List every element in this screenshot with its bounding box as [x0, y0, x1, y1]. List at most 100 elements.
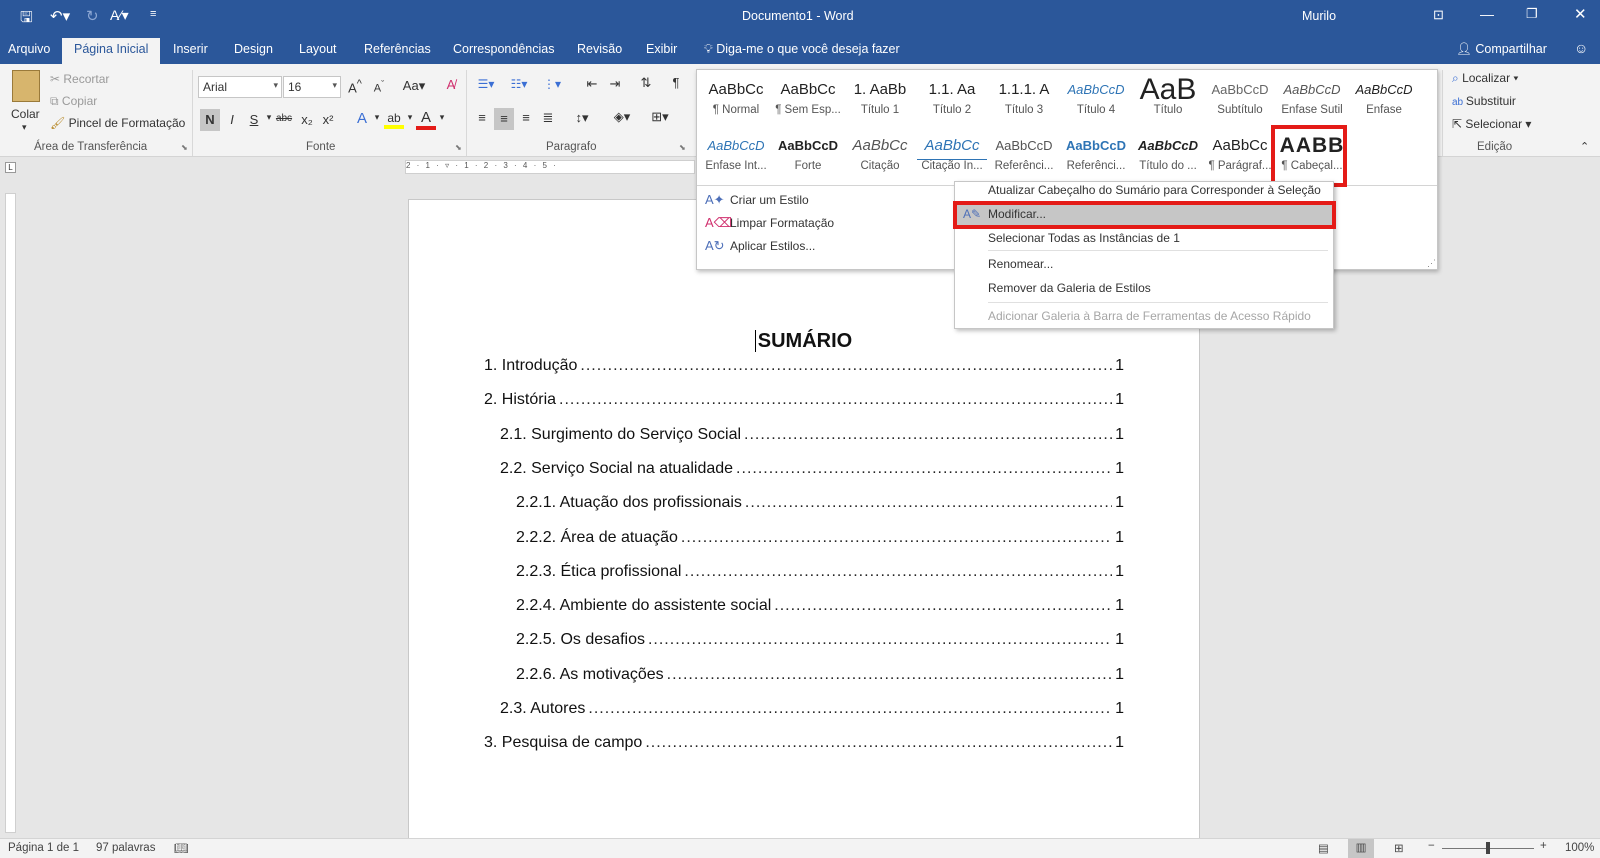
web-layout-icon[interactable]: ⊞: [1394, 841, 1404, 855]
toc-entry[interactable]: 3. Pesquisa de campo 1: [484, 734, 1124, 752]
close-icon[interactable]: ✕: [1574, 5, 1587, 23]
style-item[interactable]: AaBbCc ¶ Parágraf...: [1205, 132, 1275, 184]
style-item[interactable]: AaBbCcD Ênfase: [1349, 76, 1419, 128]
toc-heading[interactable]: SUMÁRIO: [409, 330, 1201, 353]
shrink-font-icon[interactable]: Aˇ: [369, 79, 389, 95]
zoom-out-icon[interactable]: −: [1428, 840, 1435, 852]
minimize-icon[interactable]: —: [1480, 6, 1494, 22]
sort-icon[interactable]: ⇅: [636, 75, 656, 91]
numbering-icon[interactable]: ☷▾: [505, 77, 533, 91]
save-icon[interactable]: 🖫: [20, 7, 33, 32]
align-right-icon[interactable]: ≡: [516, 110, 536, 125]
tab-design[interactable]: Design: [234, 42, 273, 56]
borders-icon[interactable]: ⊞▾: [646, 109, 674, 125]
page-count[interactable]: Página 1 de 1: [8, 842, 79, 854]
line-spacing-icon[interactable]: ↕▾: [568, 110, 596, 126]
tab-exibir[interactable]: Exibir: [646, 42, 677, 56]
style-item[interactable]: AaBbCcD Título 4: [1061, 76, 1131, 128]
increase-indent-icon[interactable]: ⇥: [605, 76, 625, 92]
style-item[interactable]: AaBbCcD Referênci...: [1061, 132, 1131, 184]
update-heading-item[interactable]: Atualizar Cabeçalho do Sumário para Corr…: [955, 178, 1333, 202]
tab-inserir[interactable]: Inserir: [173, 42, 208, 56]
grow-font-icon[interactable]: A^: [345, 78, 365, 95]
toc-entry[interactable]: 2.2.5. Os desafios 1: [516, 631, 1124, 649]
user-name[interactable]: Murilo: [1302, 9, 1336, 23]
style-item[interactable]: 1.1.1. A Título 3: [989, 76, 1059, 128]
replace-button[interactable]: ab Substituir: [1452, 94, 1516, 108]
style-item[interactable]: AaBbCcD Forte: [773, 132, 843, 184]
align-center-icon[interactable]: ≡: [494, 108, 514, 130]
style-item[interactable]: AaBbCc ¶ Normal: [701, 76, 771, 128]
subscript-button[interactable]: x₂: [297, 112, 317, 127]
smiley-icon[interactable]: ☺: [1574, 40, 1588, 56]
multilevel-list-icon[interactable]: ⋮▾: [538, 77, 566, 91]
bold-button[interactable]: N: [200, 109, 220, 131]
decrease-indent-icon[interactable]: ⇤: [582, 76, 602, 92]
align-left-icon[interactable]: ≡: [472, 110, 492, 125]
style-item[interactable]: AaBbCc Citação: [845, 132, 915, 184]
select-button[interactable]: ⇱ Selecionar ▾: [1452, 117, 1531, 131]
style-item[interactable]: AaBbCcD Título do ...: [1133, 132, 1203, 184]
font-name-combo[interactable]: Arial: [198, 76, 282, 98]
toc-entry[interactable]: 2.2.1. Atuação dos profissionais 1: [516, 494, 1124, 512]
style-item[interactable]: AaBbCcD Referênci...: [989, 132, 1059, 184]
tab-referencias[interactable]: Referências: [364, 42, 431, 56]
tab-selector-icon[interactable]: L: [5, 162, 16, 173]
toc-entry[interactable]: 1. Introdução 1: [484, 357, 1124, 375]
copy-button[interactable]: ⧉ Copiar: [50, 94, 97, 109]
style-item[interactable]: AaBbCcD Subtítulo: [1205, 76, 1275, 128]
superscript-button[interactable]: x²: [318, 112, 338, 127]
style-item[interactable]: AaBbCc ¶ Sem Esp...: [773, 76, 843, 128]
style-item[interactable]: AaBbCcD Ênfase Int...: [701, 132, 771, 184]
toc-entry[interactable]: 2.2.2. Área de atuação 1: [516, 529, 1124, 547]
tab-layout[interactable]: Layout: [299, 42, 337, 56]
tab-revisao[interactable]: Revisão: [577, 42, 622, 56]
horizontal-ruler[interactable]: 2 · 1 · ▿ · 1 · 2 · 3 · 4 · 5 ·: [405, 160, 695, 174]
tell-me-box[interactable]: 💡︎ Diga-me o que você deseja fazer: [704, 42, 900, 57]
toc-entry[interactable]: 2.3. Autores 1: [500, 700, 1124, 718]
redo-icon[interactable]: ↻: [86, 7, 99, 25]
style-item[interactable]: AaBbCc Citação In...: [917, 132, 987, 184]
toc-entry[interactable]: 2.2.3. Ética profissional 1: [516, 563, 1124, 581]
remove-from-gallery-item[interactable]: Remover da Galeria de Estilos: [955, 276, 1333, 300]
word-count[interactable]: 97 palavras: [96, 842, 155, 854]
shading-icon[interactable]: ◈▾: [607, 109, 637, 125]
zoom-in-icon[interactable]: +: [1540, 840, 1547, 852]
font-size-combo[interactable]: 16: [283, 76, 341, 98]
toc-entry[interactable]: 2.2.4. Ambiente do assistente social 1: [516, 597, 1124, 615]
strikethrough-button[interactable]: abc: [274, 113, 294, 124]
style-item[interactable]: 1.1. Aa Título 2: [917, 76, 987, 128]
change-case-icon[interactable]: Aa▾: [399, 78, 429, 94]
share-button[interactable]: 👤︎ Compartilhar: [1456, 42, 1547, 57]
select-all-instances-item[interactable]: Selecionar Todas as Instâncias de 1: [955, 226, 1333, 250]
read-mode-icon[interactable]: ▤: [1318, 841, 1329, 855]
toc-entry[interactable]: 2. História 1: [484, 391, 1124, 409]
zoom-slider-thumb[interactable]: [1486, 842, 1490, 854]
toc-entry[interactable]: 2.2.6. As motivações 1: [516, 666, 1124, 684]
bullets-icon[interactable]: ☰▾: [472, 77, 500, 91]
font-launcher-icon[interactable]: ⬊: [455, 143, 462, 152]
collapse-ribbon-icon[interactable]: ⌃: [1580, 140, 1589, 153]
cut-button[interactable]: ✂ Recortar: [50, 72, 109, 86]
style-item[interactable]: AaB Título: [1133, 76, 1203, 128]
tab-correspondencias[interactable]: Correspondências: [453, 42, 554, 56]
toc-entry[interactable]: 2.2. Serviço Social na atualidade 1: [500, 460, 1124, 478]
print-layout-icon[interactable]: ▥: [1348, 839, 1374, 858]
find-button[interactable]: ⌕ Localizar ▾: [1452, 71, 1518, 86]
justify-icon[interactable]: ≣: [538, 110, 558, 126]
toc-entry[interactable]: 2.1. Surgimento do Serviço Social 1: [500, 426, 1124, 444]
clipboard-launcher-icon[interactable]: ⬊: [181, 143, 188, 152]
show-marks-icon[interactable]: ¶: [666, 75, 686, 90]
tab-pagina-inicial[interactable]: Página Inicial: [62, 38, 161, 64]
zoom-level[interactable]: 100%: [1565, 842, 1594, 854]
vertical-ruler[interactable]: [5, 193, 16, 833]
style-item[interactable]: AaBbCcD Ênfase Sutil: [1277, 76, 1347, 128]
paragraph-launcher-icon[interactable]: ⬊: [679, 143, 686, 152]
format-painter-button[interactable]: 🖌︎ Pincel de Formatação: [50, 116, 185, 130]
restore-icon[interactable]: ❐: [1526, 6, 1538, 22]
paste-icon[interactable]: [12, 70, 40, 102]
undo-icon[interactable]: ↶▾: [50, 7, 70, 25]
italic-button[interactable]: I: [222, 112, 242, 127]
rename-item[interactable]: Renomear...: [955, 252, 1333, 276]
ribbon-display-icon[interactable]: ⊡: [1433, 7, 1444, 23]
